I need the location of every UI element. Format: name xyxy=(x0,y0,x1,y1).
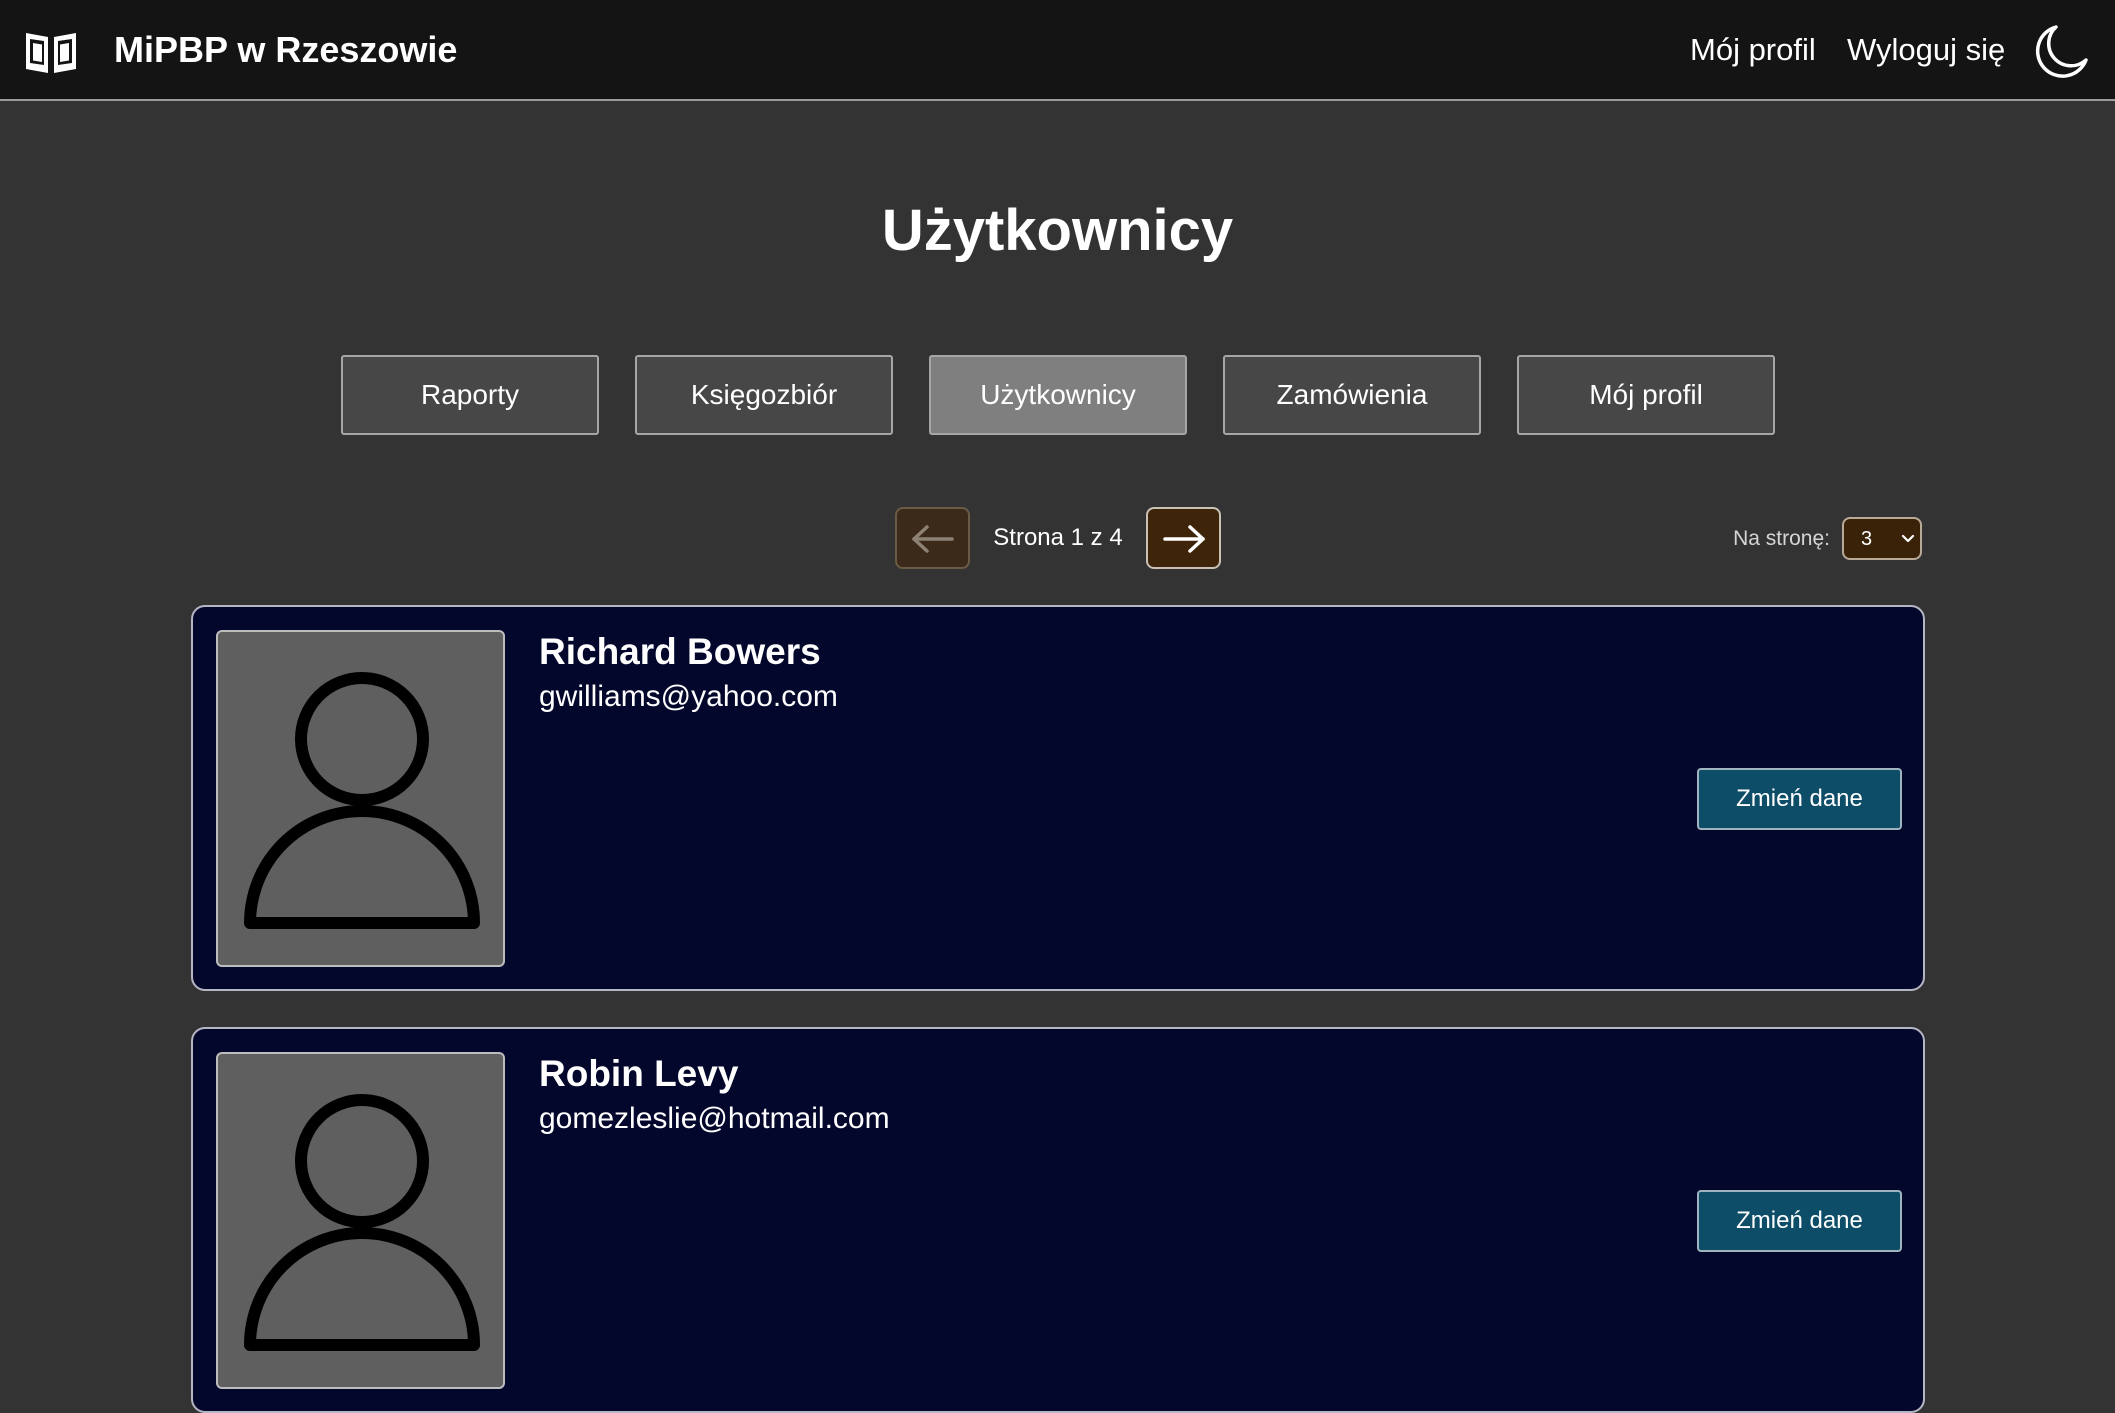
user-card: Robin Levy gomezleslie@hotmail.com Zmień… xyxy=(191,1027,1925,1413)
next-page-button[interactable] xyxy=(1146,507,1221,569)
nav-logout-link[interactable]: Wyloguj się xyxy=(1847,28,2005,72)
tab-orders[interactable]: Zamówienia xyxy=(1223,355,1481,435)
user-avatar-icon xyxy=(244,1094,480,1351)
tab-my-profile[interactable]: Mój profil xyxy=(1517,355,1775,435)
user-name: Robin Levy xyxy=(539,1053,739,1094)
user-email: gomezleslie@hotmail.com xyxy=(539,1102,890,1135)
tab-reports[interactable]: Raporty xyxy=(341,355,599,435)
moon-icon[interactable] xyxy=(2033,22,2091,80)
edit-user-button[interactable]: Zmień dane xyxy=(1697,768,1902,830)
user-avatar-icon xyxy=(244,672,480,929)
brand-name[interactable]: MiPBP w Rzeszowie xyxy=(114,28,457,72)
tab-users[interactable]: Użytkownicy xyxy=(929,355,1187,435)
per-page-select[interactable]: 3 xyxy=(1842,517,1922,560)
user-email: gwilliams@yahoo.com xyxy=(539,680,838,713)
page-title: Użytkownicy xyxy=(881,198,1234,263)
tab-book-collection[interactable]: Księgozbiór xyxy=(635,355,893,435)
per-page-label: Na stronę: xyxy=(1733,527,1830,550)
edit-user-button[interactable]: Zmień dane xyxy=(1697,1190,1902,1252)
arrow-right-icon xyxy=(1163,525,1205,553)
user-card: Richard Bowers gwilliams@yahoo.com Zmień… xyxy=(191,605,1925,991)
nav-my-profile-link[interactable]: Mój profil xyxy=(1690,28,1816,72)
open-book-icon xyxy=(26,33,76,73)
chevron-down-icon xyxy=(1901,534,1915,543)
avatar xyxy=(216,630,505,967)
arrow-left-icon xyxy=(912,525,954,553)
user-name: Richard Bowers xyxy=(539,631,821,672)
per-page-value: 3 xyxy=(1861,528,1873,550)
avatar xyxy=(216,1052,505,1389)
top-navbar: MiPBP w Rzeszowie Mój profil Wyloguj się xyxy=(0,0,2115,101)
previous-page-button[interactable] xyxy=(895,507,970,569)
page-indicator: Strona 1 z 4 xyxy=(993,524,1123,551)
